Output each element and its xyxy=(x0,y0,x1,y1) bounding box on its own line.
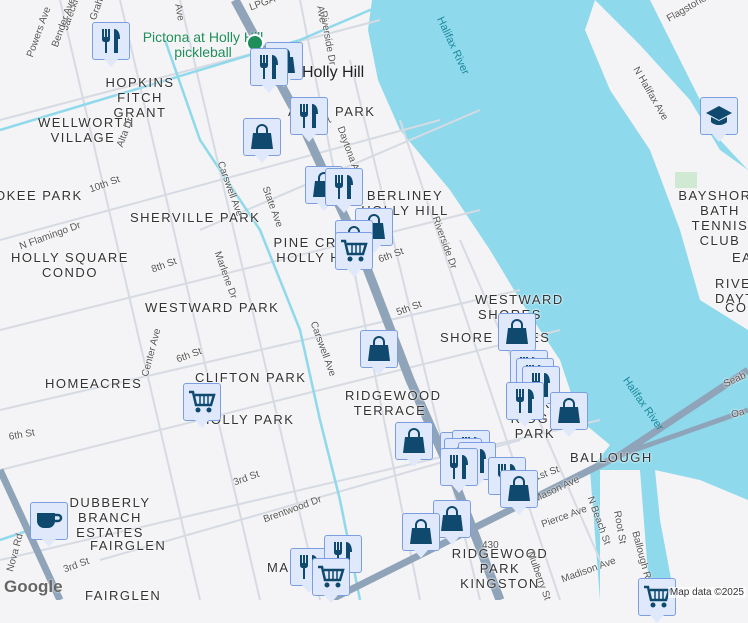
grocery-icon xyxy=(317,565,345,589)
shopping-marker[interactable] xyxy=(243,118,281,156)
grocery-icon xyxy=(340,239,368,263)
shopping-marker[interactable] xyxy=(402,513,440,551)
restaurant-marker[interactable] xyxy=(506,382,544,420)
shopping-marker[interactable] xyxy=(395,422,433,460)
shopping-icon xyxy=(409,519,433,545)
park xyxy=(675,172,697,188)
neighborhood-label: HOLLY SQUARE CONDO xyxy=(10,250,130,280)
neighborhood-label: BALLOUGH xyxy=(570,450,653,465)
restaurant-marker[interactable] xyxy=(290,97,328,135)
restaurant-icon xyxy=(258,54,280,80)
shopping-icon xyxy=(505,319,529,345)
shopping-marker[interactable] xyxy=(360,330,398,368)
shopping-icon xyxy=(250,124,274,150)
grocery-marker[interactable] xyxy=(183,383,221,421)
grocery-icon xyxy=(643,585,671,609)
neighborhood-label: EA xyxy=(732,250,748,265)
shopping-icon xyxy=(507,476,531,502)
neighborhood-label: OKEE PARK xyxy=(0,188,83,203)
neighborhood-label: HOPKINS FITCH GRANT xyxy=(95,75,185,120)
city-label: Holly Hill xyxy=(302,64,364,82)
restaurant-marker[interactable] xyxy=(325,168,363,206)
neighborhood-label: WESTWARD PARK xyxy=(145,300,279,315)
shopping-marker[interactable] xyxy=(500,470,538,508)
grocery-marker[interactable] xyxy=(335,232,373,270)
neighborhood-label: BAYSHORE BATH TENNIS CLUB xyxy=(675,188,748,248)
neighborhood-label: RIDGEWOOD TERRACE xyxy=(345,388,435,418)
neighborhood-label: HOMEACRES xyxy=(45,376,142,391)
shopping-icon xyxy=(440,506,464,532)
neighborhood-label: FAIRGLEN xyxy=(90,538,166,553)
restaurant-icon xyxy=(514,388,536,414)
restaurant-marker[interactable] xyxy=(440,448,478,486)
google-logo: Google xyxy=(4,577,63,597)
neighborhood-label: WELLWORTH VILLAGE xyxy=(38,115,128,145)
neighborhood-label: CO xyxy=(725,300,748,315)
shopping-marker[interactable] xyxy=(498,313,536,351)
grocery-icon xyxy=(188,390,216,414)
education-marker[interactable] xyxy=(700,97,738,135)
map-attribution[interactable]: Map data ©2025 xyxy=(668,587,746,598)
shopping-icon xyxy=(557,398,581,424)
education-icon xyxy=(705,105,733,127)
cafe-icon xyxy=(35,511,63,531)
street-label: 430 xyxy=(482,540,499,551)
cafe-marker[interactable] xyxy=(30,502,68,540)
shopping-marker[interactable] xyxy=(550,392,588,430)
restaurant-icon xyxy=(100,28,122,54)
grocery-marker[interactable] xyxy=(312,558,350,596)
shopping-icon xyxy=(367,336,391,362)
restaurant-icon xyxy=(333,174,355,200)
restaurant-marker[interactable] xyxy=(250,48,288,86)
restaurant-marker[interactable] xyxy=(92,22,130,60)
restaurant-icon xyxy=(448,454,470,480)
neighborhood-label: FAIRGLEN xyxy=(85,588,161,603)
shopping-icon xyxy=(402,428,426,454)
neighborhood-label: DUBBERLY BRANCH ESTATES xyxy=(50,495,170,540)
restaurant-icon xyxy=(298,103,320,129)
